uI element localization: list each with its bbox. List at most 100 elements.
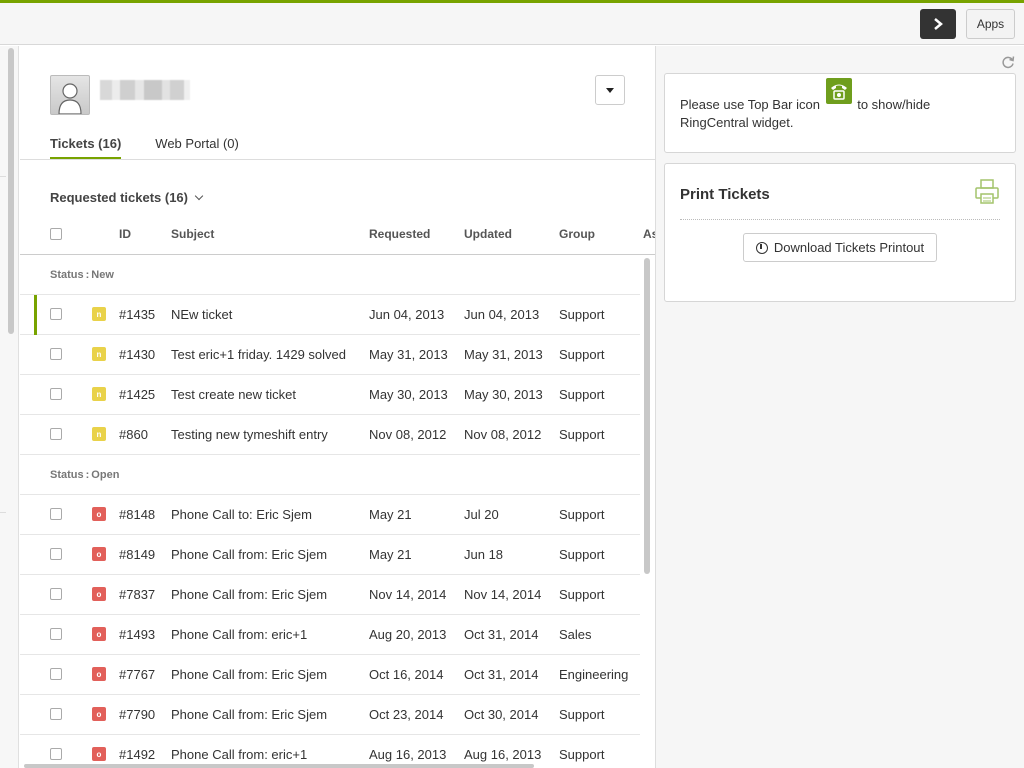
ticket-subject[interactable]: Phone Call from: eric+1: [171, 747, 307, 762]
status-prefix: Status: [50, 468, 84, 481]
apps-button[interactable]: Apps: [966, 9, 1015, 39]
status-group-header: Status: Open: [20, 455, 640, 495]
table-row[interactable]: n #1430 Test eric+1 friday. 1429 solved May…: [20, 335, 640, 375]
row-checkbox[interactable]: [50, 388, 62, 400]
status-badge: o: [92, 667, 106, 681]
table-row[interactable]: o #1493 Phone Call from: eric+1 Aug 20, 201…: [20, 615, 640, 655]
ticket-requested: Aug 20, 2013: [369, 627, 447, 642]
row-checkbox[interactable]: [50, 308, 62, 320]
ticket-id[interactable]: #860: [119, 427, 148, 442]
ticket-subject[interactable]: Test eric+1 friday. 1429 solved: [171, 347, 346, 362]
divider: [20, 159, 655, 160]
user-actions-dropdown[interactable]: [595, 75, 625, 105]
col-requested[interactable]: Requested: [369, 227, 430, 241]
row-checkbox[interactable]: [50, 588, 62, 600]
toggle-panel-button[interactable]: [920, 9, 956, 39]
ticket-id[interactable]: #1435: [119, 307, 155, 322]
status-prefix: Status: [50, 268, 84, 281]
table-row[interactable]: n #860 Testing new tymeshift entry Nov 08, …: [20, 415, 640, 455]
app-sidebar: Please use Top Bar icon to show/hide Rin…: [656, 46, 1024, 768]
printer-icon: [975, 179, 999, 204]
ticket-id[interactable]: #8149: [119, 547, 155, 562]
ticket-updated: Nov 08, 2012: [464, 427, 542, 442]
col-id[interactable]: ID: [119, 227, 131, 241]
ticket-id[interactable]: #8148: [119, 507, 155, 522]
refresh-icon[interactable]: [1001, 55, 1015, 69]
status-badge: n: [92, 347, 106, 361]
ticket-group: Support: [559, 547, 605, 562]
status-badge: n: [92, 307, 106, 321]
row-checkbox[interactable]: [50, 548, 62, 560]
status-badge: o: [92, 547, 106, 561]
table-row[interactable]: n #1425 Test create new ticket May 30, 2013…: [20, 375, 640, 415]
caret-down-icon: [606, 87, 614, 93]
col-assignee[interactable]: As: [643, 227, 655, 241]
ticket-requested: May 31, 2013: [369, 347, 448, 362]
row-checkbox[interactable]: [50, 508, 62, 520]
ticket-subject[interactable]: Testing new tymeshift entry: [171, 427, 328, 442]
requested-tickets-dropdown[interactable]: Requested tickets (16): [50, 190, 204, 205]
ticket-group: Support: [559, 427, 605, 442]
ticket-subject[interactable]: Phone Call from: Eric Sjem: [171, 547, 327, 562]
phone-icon: [825, 78, 852, 104]
table-row[interactable]: o #8149 Phone Call from: Eric Sjem May 21 Ju…: [20, 535, 640, 575]
col-group[interactable]: Group: [559, 227, 595, 241]
download-printout-button[interactable]: Download Tickets Printout: [743, 233, 937, 262]
ticket-id[interactable]: #1493: [119, 627, 155, 642]
status-value: New: [91, 268, 114, 281]
row-checkbox[interactable]: [50, 748, 62, 760]
row-checkbox[interactable]: [50, 708, 62, 720]
table-row[interactable]: o #7837 Phone Call from: Eric Sjem Nov 14, …: [20, 575, 640, 615]
row-checkbox[interactable]: [50, 628, 62, 640]
download-printout-label: Download Tickets Printout: [773, 240, 925, 255]
ticket-group: Support: [559, 747, 605, 762]
table-row[interactable]: o #8148 Phone Call to: Eric Sjem May 21 Jul …: [20, 495, 640, 535]
ticket-id[interactable]: #1430: [119, 347, 155, 362]
ticket-list: Status: New n #1435 NEw ticket Jun 04, 2013 Ju…: [20, 255, 640, 768]
ticket-id[interactable]: #7767: [119, 667, 155, 682]
ticket-requested: May 21: [369, 507, 412, 522]
ticket-id[interactable]: #7790: [119, 707, 155, 722]
table-row[interactable]: n #1435 NEw ticket Jun 04, 2013 Jun 04, 2013…: [20, 295, 640, 335]
row-checkbox[interactable]: [50, 348, 62, 360]
col-updated[interactable]: Updated: [464, 227, 512, 241]
ringcentral-text-line2: RingCentral widget.: [680, 115, 794, 130]
ticket-subject[interactable]: Test create new ticket: [171, 387, 296, 402]
table-row[interactable]: o #7767 Phone Call from: Eric Sjem Oct 16, …: [20, 655, 640, 695]
status-badge: o: [92, 507, 106, 521]
ticket-id[interactable]: #7837: [119, 587, 155, 602]
ticket-group: Support: [559, 307, 605, 322]
ticket-subject[interactable]: Phone Call to: Eric Sjem: [171, 507, 312, 522]
ringcentral-text-before: Please use Top Bar icon: [680, 97, 820, 112]
ticket-subject[interactable]: Phone Call from: Eric Sjem: [171, 707, 327, 722]
status-group-header: Status: New: [20, 255, 640, 295]
ticket-subject[interactable]: NEw ticket: [171, 307, 232, 322]
ticket-updated: May 31, 2013: [464, 347, 543, 362]
avatar: [50, 75, 90, 115]
tab-tickets[interactable]: Tickets (16): [50, 136, 122, 160]
ticket-updated: Nov 14, 2014: [464, 587, 542, 602]
ticket-subject[interactable]: Phone Call from: eric+1: [171, 627, 307, 642]
table-row[interactable]: o #7790 Phone Call from: Eric Sjem Oct 23, …: [20, 695, 640, 735]
row-checkbox[interactable]: [50, 428, 62, 440]
divider: [0, 176, 6, 177]
ticket-id[interactable]: #1425: [119, 387, 155, 402]
tab-web-portal[interactable]: Web Portal (0): [155, 136, 239, 160]
row-checkbox[interactable]: [50, 668, 62, 680]
ticket-updated: Jun 04, 2013: [464, 307, 540, 322]
select-all-checkbox[interactable]: [50, 228, 62, 240]
ticket-subject[interactable]: Phone Call from: Eric Sjem: [171, 667, 327, 682]
ticket-subject[interactable]: Phone Call from: Eric Sjem: [171, 587, 327, 602]
requested-tickets-title: Requested tickets (16): [50, 190, 188, 205]
ticket-updated: Jun 18: [464, 547, 504, 562]
col-subject[interactable]: Subject: [171, 227, 214, 241]
print-tickets-card: Print Tickets Download Tickets Printout: [664, 163, 1016, 302]
user-tickets-panel: Tickets (16) Web Portal (0) Requested ti…: [20, 46, 656, 768]
ticket-updated: Jul 20: [464, 507, 499, 522]
chevron-down-icon: [194, 191, 204, 201]
table-horizontal-scrollbar[interactable]: [24, 764, 534, 768]
left-scrollbar[interactable]: [8, 48, 14, 334]
ticket-requested: May 21: [369, 547, 412, 562]
table-vertical-scrollbar[interactable]: [644, 258, 650, 574]
ticket-id[interactable]: #1492: [119, 747, 155, 762]
